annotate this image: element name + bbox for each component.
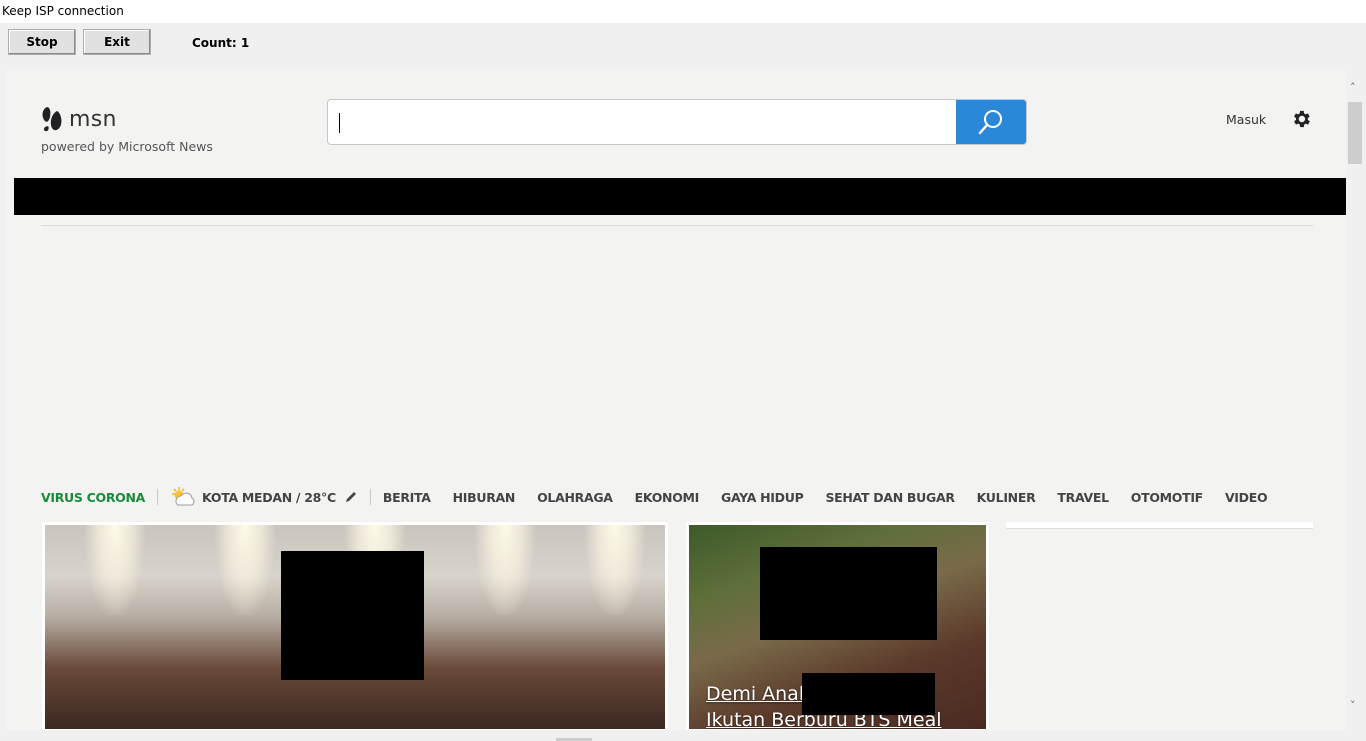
stop-button[interactable]: Stop	[8, 29, 76, 55]
nav-item-olahraga[interactable]: OLAHRAGA	[537, 490, 613, 505]
divider	[41, 225, 1313, 226]
nav-item-sehat-dan-bugar[interactable]: SEHAT DAN BUGAR	[825, 490, 954, 505]
settings-button[interactable]	[1290, 108, 1312, 134]
msn-logo[interactable]: msn	[41, 105, 117, 133]
search-box	[327, 99, 1027, 145]
msn-logo-text: msn	[69, 106, 117, 132]
nav-virus-corona[interactable]: VIRUS CORONA	[41, 490, 145, 505]
nav-item-travel[interactable]: TRAVEL	[1057, 490, 1109, 505]
horizontal-scrollbar[interactable]	[0, 730, 1366, 741]
exit-button[interactable]: Exit	[83, 29, 151, 55]
browser-viewport: msn powered by Microsoft News Masuk VIRU…	[6, 69, 1346, 730]
nav-item-video[interactable]: VIDEO	[1225, 490, 1268, 505]
nav-separator	[369, 489, 371, 505]
card-headline-line-1: Demi Anak,	[706, 683, 816, 705]
category-nav: VIRUS CORONA KOTA MEDAN / 28°C BERITA HI…	[41, 487, 1289, 507]
nav-separator	[157, 489, 159, 505]
nav-item-gaya-hidup[interactable]: GAYA HIDUP	[721, 490, 804, 505]
weather-widget[interactable]: KOTA MEDAN / 28°C	[170, 486, 336, 508]
search-icon	[978, 110, 1002, 135]
headline-card-main[interactable]	[42, 522, 668, 730]
butterfly-icon	[42, 107, 62, 132]
nav-item-otomotif[interactable]: OTOMOTIF	[1131, 490, 1203, 505]
scroll-down-icon[interactable]: ˅	[1350, 699, 1356, 712]
redacted-bar	[14, 178, 1346, 215]
signin-link[interactable]: Masuk	[1226, 112, 1266, 127]
headline-card-secondary[interactable]: Demi Anak, Ikutan Berburu BTS Meal	[686, 522, 989, 730]
redacted-face	[760, 547, 937, 640]
scroll-up-icon[interactable]: ˄	[1350, 81, 1356, 94]
news-photo	[45, 525, 665, 729]
nav-item-ekonomi[interactable]: EKONOMI	[635, 490, 700, 505]
text-caret	[339, 113, 340, 133]
nav-item-kuliner[interactable]: KULINER	[977, 490, 1036, 505]
app-toolbar: Stop Exit Count: 1	[0, 23, 1366, 69]
scrollbar-thumb[interactable]	[1348, 102, 1362, 164]
news-photo: Demi Anak, Ikutan Berburu BTS Meal	[689, 525, 986, 729]
pencil-icon[interactable]	[344, 490, 358, 504]
partly-sunny-icon	[172, 487, 195, 506]
weather-label: KOTA MEDAN / 28°C	[202, 489, 336, 505]
tagline: powered by Microsoft News	[41, 139, 213, 154]
nav-item-berita[interactable]: BERITA	[383, 490, 431, 505]
vertical-scrollbar[interactable]: ˄ ˅	[1346, 69, 1366, 730]
nav-item-hiburan[interactable]: HIBURAN	[453, 490, 516, 505]
search-input[interactable]	[336, 100, 950, 144]
window-title: Keep ISP connection	[0, 0, 1366, 23]
right-panel	[1006, 522, 1313, 529]
search-button[interactable]	[956, 100, 1026, 144]
gear-icon	[1294, 110, 1310, 128]
count-label: Count: 1	[192, 36, 250, 50]
redacted-text	[802, 673, 935, 715]
redacted-face	[281, 551, 424, 680]
